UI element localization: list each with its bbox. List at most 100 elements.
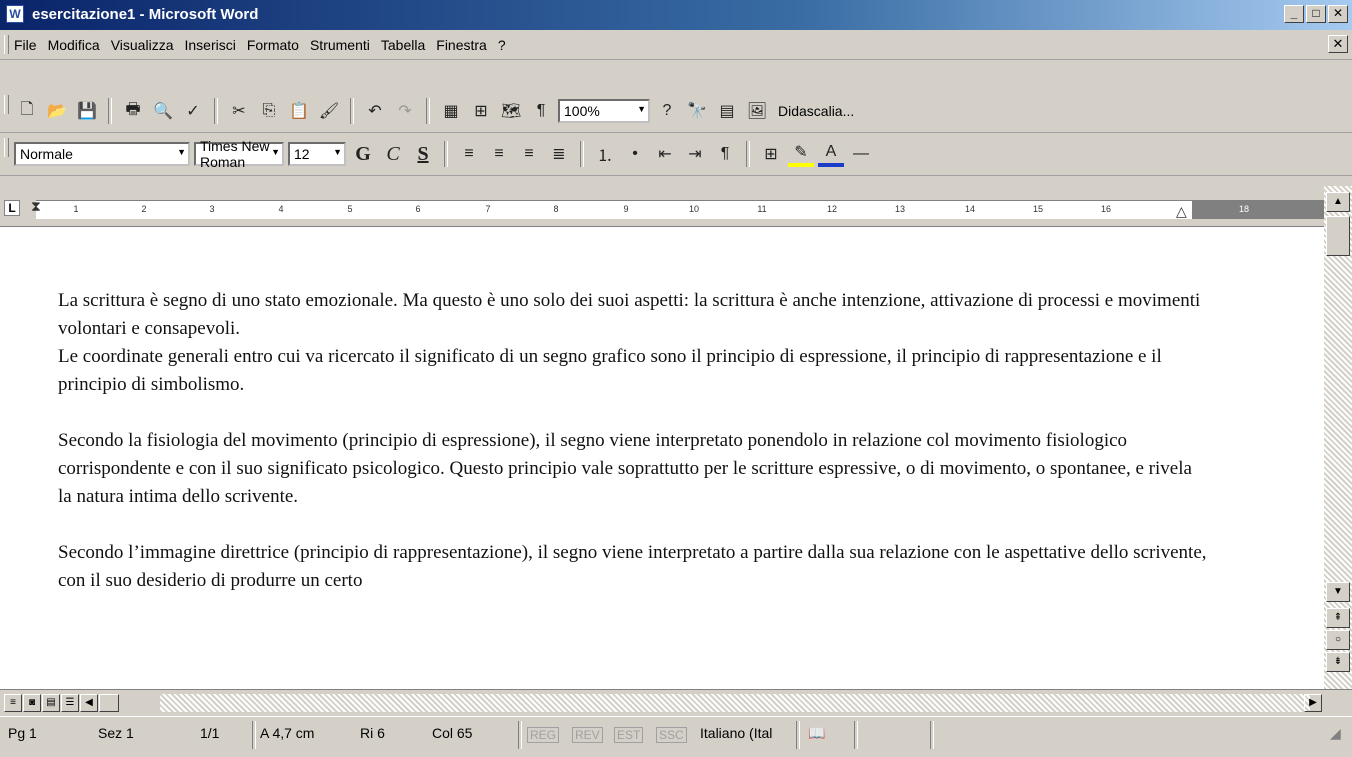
paragraph[interactable]: La scrittura è segno di uno stato emozio…: [58, 287, 1208, 399]
insert-picture-icon[interactable]: 🖼: [744, 98, 770, 124]
align-left-icon[interactable]: ≡: [456, 141, 482, 167]
menu-file[interactable]: File: [14, 37, 37, 53]
ruler-mark: 12: [826, 204, 838, 214]
status-ext[interactable]: EST: [614, 727, 644, 743]
browse-object-icon[interactable]: ○: [1326, 630, 1350, 650]
tab-selector-icon[interactable]: L: [4, 200, 20, 216]
redo-icon[interactable]: ↷: [392, 98, 418, 124]
italic-button[interactable]: C: [380, 141, 406, 167]
hscroll-thumb[interactable]: [99, 694, 119, 712]
bulleted-list-icon[interactable]: •: [622, 141, 648, 167]
document-map-icon[interactable]: 🗺: [498, 98, 524, 124]
ruler[interactable]: L ⧗ △ 1 2 3 4 5 6 7 8 9 10 11 12 13 14 1…: [0, 186, 1324, 227]
resize-grip-icon[interactable]: ◢: [1330, 725, 1341, 742]
close-icon[interactable]: ✕: [1328, 5, 1348, 23]
justify-icon[interactable]: ≣: [546, 141, 572, 167]
format-painter-icon[interactable]: 🖌: [316, 98, 342, 124]
scroll-left-icon[interactable]: ◀: [80, 694, 98, 712]
cut-icon[interactable]: ✂: [226, 98, 252, 124]
tables-borders-icon[interactable]: ▦: [438, 98, 464, 124]
document-body[interactable]: La scrittura è segno di uno stato emozio…: [58, 287, 1208, 623]
document-area[interactable]: La scrittura è segno di uno stato emozio…: [0, 227, 1324, 689]
bold-button[interactable]: G: [350, 141, 376, 167]
undo-icon[interactable]: ↶: [362, 98, 388, 124]
font-size-select[interactable]: 12 ▼: [288, 142, 346, 166]
scroll-up-icon[interactable]: ▲: [1326, 192, 1350, 212]
scroll-down-icon[interactable]: ▼: [1326, 582, 1350, 602]
status-bar: Pg 1 Sez 1 1/1 A 4,7 cm Ri 6 Col 65 REG …: [0, 716, 1352, 757]
status-rev[interactable]: REV: [572, 727, 603, 743]
font-select[interactable]: Times New Roman ▼: [194, 138, 284, 170]
normal-view-icon[interactable]: ≡: [4, 694, 22, 712]
numbered-list-icon[interactable]: ⒈: [592, 141, 618, 167]
toolbar-grip[interactable]: [4, 95, 9, 114]
menu-tabella[interactable]: Tabella: [381, 37, 425, 53]
toolbar-separator: [580, 141, 584, 167]
vertical-scrollbar[interactable]: ▲ ▼ ⇞ ○ ⇟: [1324, 186, 1352, 689]
align-center-icon[interactable]: ≡: [486, 141, 512, 167]
highlight-icon[interactable]: ✎: [788, 141, 814, 167]
scroll-thumb[interactable]: [1326, 216, 1350, 256]
increase-indent-icon[interactable]: ⇥: [682, 141, 708, 167]
line-style-icon[interactable]: —: [848, 141, 874, 167]
menu-formato[interactable]: Formato: [247, 37, 299, 53]
paragraph[interactable]: Secondo l’immagine direttrice (principio…: [58, 539, 1208, 595]
maximize-icon[interactable]: □: [1306, 5, 1326, 23]
horizontal-scroll-track[interactable]: [160, 694, 1310, 712]
zoom-select[interactable]: 100% ▼: [558, 99, 650, 123]
print-preview-icon[interactable]: 🔍: [150, 98, 176, 124]
save-icon[interactable]: 💾: [74, 98, 100, 124]
find-binoculars-icon[interactable]: 🔭: [684, 98, 710, 124]
ruler-mark: 8: [553, 204, 559, 214]
status-language[interactable]: Italiano (Ital: [700, 725, 772, 741]
paragraph[interactable]: Secondo la fisiologia del movimento (pri…: [58, 427, 1208, 511]
font-color-icon[interactable]: A: [818, 141, 844, 167]
status-position: A 4,7 cm: [260, 725, 315, 741]
previous-page-icon[interactable]: ⇞: [1326, 608, 1350, 628]
web-view-icon[interactable]: ◙: [23, 694, 41, 712]
next-page-icon[interactable]: ⇟: [1326, 652, 1350, 672]
menu-grip[interactable]: [4, 35, 9, 54]
borders-icon[interactable]: ⊞: [758, 141, 784, 167]
ruler-mark: 6: [415, 204, 421, 214]
status-divider: [252, 721, 256, 749]
outline-view-icon[interactable]: ☰: [61, 694, 79, 712]
toolbar-separator: [214, 98, 218, 124]
didascalia-button[interactable]: Didascalia...: [778, 103, 854, 119]
minimize-icon[interactable]: _: [1284, 5, 1304, 23]
align-right-icon[interactable]: ≡: [516, 141, 542, 167]
ruler-mark: 2: [141, 204, 147, 214]
new-document-icon[interactable]: 🗋: [14, 98, 40, 124]
menu-finestra[interactable]: Finestra: [436, 37, 487, 53]
underline-button[interactable]: S: [410, 141, 436, 167]
print-layout-icon[interactable]: ▤: [42, 694, 60, 712]
menu-strumenti[interactable]: Strumenti: [310, 37, 370, 53]
paste-icon[interactable]: 📋: [286, 98, 312, 124]
standard-toolbar: 🗋 📂 💾 🖶 🔍 ✓ ✂ ⎘ 📋 🖌 ↶ ↷ ▦ ⊞ 🗺 ¶ 100% ▼ ?…: [0, 90, 1352, 133]
decrease-indent-icon[interactable]: ⇤: [652, 141, 678, 167]
document-close-icon[interactable]: ✕: [1328, 35, 1348, 53]
copy-icon[interactable]: ⎘: [256, 98, 282, 124]
menu-help[interactable]: ?: [498, 37, 506, 53]
style-value: Normale: [20, 146, 73, 162]
open-folder-icon[interactable]: 📂: [44, 98, 70, 124]
print-icon[interactable]: 🖶: [120, 98, 146, 124]
status-rec[interactable]: REG: [527, 727, 560, 743]
menu-modifica[interactable]: Modifica: [48, 37, 100, 53]
menu-inserisci[interactable]: Inserisci: [184, 37, 235, 53]
toolbar-grip[interactable]: [4, 138, 9, 157]
help-icon[interactable]: ?: [654, 98, 680, 124]
spelling-icon[interactable]: ✓: [180, 98, 206, 124]
menu-visualizza[interactable]: Visualizza: [111, 37, 174, 53]
word-doc-icon[interactable]: W: [6, 5, 24, 23]
ruler-mark: 16: [1100, 204, 1112, 214]
style-select[interactable]: Normale ▼: [14, 142, 190, 166]
spelling-status-icon[interactable]: 📖: [808, 725, 825, 742]
scroll-right-icon[interactable]: ▶: [1304, 694, 1322, 712]
show-hide-paragraph-icon[interactable]: ¶: [528, 98, 554, 124]
status-divider: [854, 721, 858, 749]
status-ovr[interactable]: SSC: [656, 727, 687, 743]
insert-caption-icon[interactable]: ▤: [714, 98, 740, 124]
paragraph-icon[interactable]: ¶: [712, 141, 738, 167]
insert-table-icon[interactable]: ⊞: [468, 98, 494, 124]
